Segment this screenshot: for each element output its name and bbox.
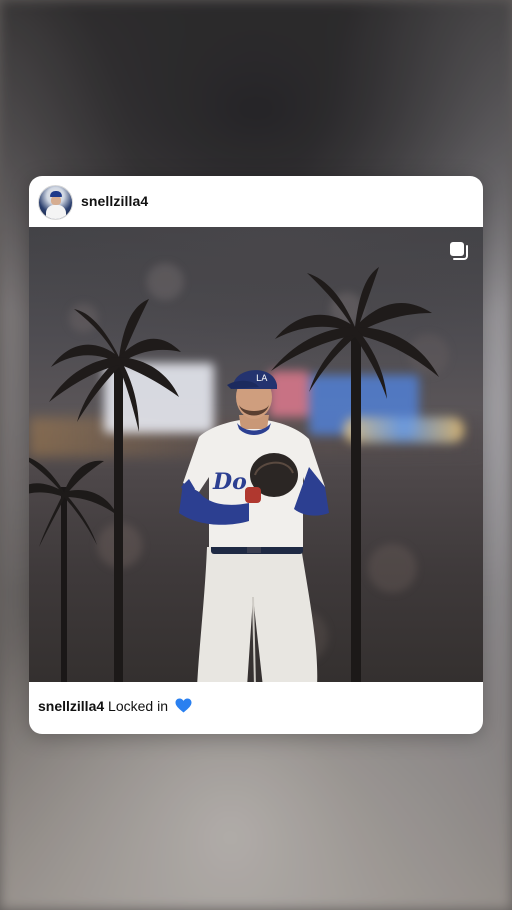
caption-text: Locked in xyxy=(108,698,168,714)
avatar[interactable] xyxy=(38,185,73,220)
carousel-icon[interactable] xyxy=(449,241,469,261)
avatar-body xyxy=(46,205,66,219)
avatar-face xyxy=(51,196,61,205)
svg-text:LA: LA xyxy=(256,374,268,384)
post-photo[interactable]: LA Do xyxy=(29,227,483,682)
palm-tree-left xyxy=(49,299,181,682)
post-username[interactable]: snellzilla4 xyxy=(81,193,148,209)
post-card[interactable]: snellzilla4 LA Do snellzilla4 Locked in xyxy=(29,176,483,734)
post-header: snellzilla4 xyxy=(29,176,483,227)
caption-username[interactable]: snellzilla4 xyxy=(38,698,104,714)
blue-heart-icon xyxy=(175,698,192,713)
player-figure: LA Do xyxy=(179,370,329,682)
svg-text:Do: Do xyxy=(212,469,247,495)
post-caption: snellzilla4 Locked in xyxy=(38,698,192,714)
avatar-cap xyxy=(50,191,62,197)
